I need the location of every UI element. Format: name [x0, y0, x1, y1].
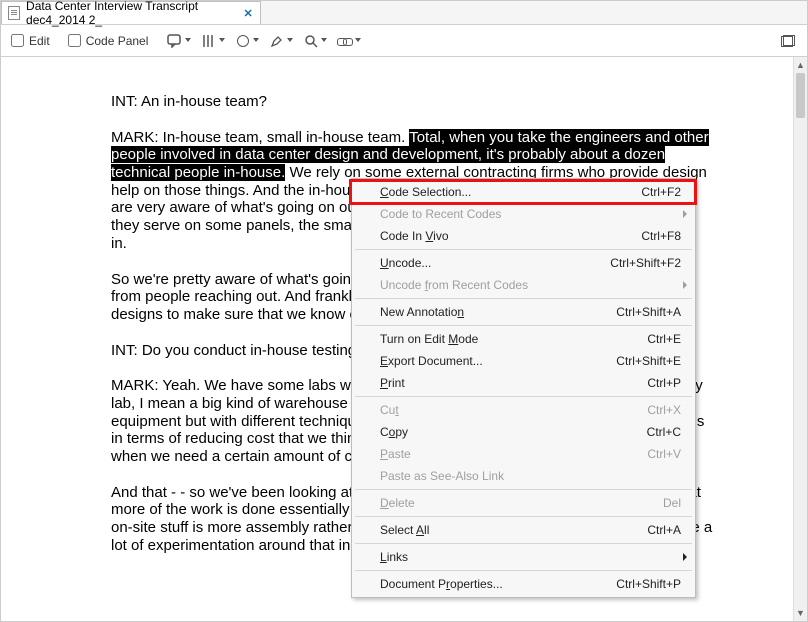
menu-shortcut: Ctrl+C: [647, 425, 681, 439]
menu-delete: Delete Del: [352, 492, 695, 514]
menu-copy[interactable]: Copy Ctrl+C: [352, 421, 695, 443]
paragraph-int-1: INT: An in-house team?: [111, 93, 713, 111]
menu-new-annotation[interactable]: New Annotation Ctrl+Shift+A: [352, 301, 695, 323]
code-panel-label: Code Panel: [86, 34, 149, 48]
windows-tool-icon[interactable]: [779, 32, 797, 50]
menu-shortcut: Ctrl+F2: [641, 185, 681, 199]
menu-label: Code to Recent Codes: [380, 207, 681, 221]
tab-bar: Data Center Interview Transcript dec4_20…: [1, 1, 807, 25]
edit-toggle[interactable]: Edit: [11, 34, 50, 48]
highlighter-tool-icon[interactable]: [268, 32, 286, 50]
menu-separator: [355, 396, 692, 397]
toolbar: Edit Code Panel: [1, 25, 807, 57]
menu-label: Select All: [380, 523, 635, 537]
menu-select-all[interactable]: Select All Ctrl+A: [352, 519, 695, 541]
menu-separator: [355, 570, 692, 571]
menu-shortcut: Ctrl+Shift+P: [616, 577, 681, 591]
menu-shortcut: Ctrl+P: [647, 376, 681, 390]
menu-paste: Paste Ctrl+V: [352, 443, 695, 465]
document-icon: [8, 6, 20, 20]
menu-uncode-recent: Uncode from Recent Codes: [352, 274, 695, 296]
menu-label: Export Document...: [380, 354, 604, 368]
edit-checkbox[interactable]: [11, 34, 24, 47]
menu-label: Delete: [380, 496, 651, 510]
menu-separator: [355, 543, 692, 544]
code-panel-checkbox[interactable]: [68, 34, 81, 47]
menu-shortcut: Ctrl+Shift+E: [616, 354, 681, 368]
menu-shortcut: Ctrl+Shift+F2: [610, 256, 681, 270]
menu-code-in-vivo[interactable]: Code In Vivo Ctrl+F8: [352, 225, 695, 247]
menu-links[interactable]: Links: [352, 546, 695, 568]
menu-label: Print: [380, 376, 635, 390]
menu-label: Paste: [380, 447, 635, 461]
stripes-tool-icon[interactable]: [200, 32, 218, 50]
menu-edit-mode[interactable]: Turn on Edit Mode Ctrl+E: [352, 328, 695, 350]
scroll-up-icon[interactable]: ▲: [794, 57, 807, 73]
scroll-thumb[interactable]: [796, 73, 805, 118]
menu-label: Turn on Edit Mode: [380, 332, 635, 346]
menu-document-properties[interactable]: Document Properties... Ctrl+Shift+P: [352, 573, 695, 595]
menu-label: Links: [380, 550, 681, 564]
menu-separator: [355, 249, 692, 250]
menu-code-recent: Code to Recent Codes: [352, 203, 695, 225]
menu-label: Uncode from Recent Codes: [380, 278, 681, 292]
text-plain: MARK: In-house team, small in-house team…: [111, 129, 409, 146]
zoom-tool-icon[interactable]: [302, 32, 320, 50]
menu-label: Uncode...: [380, 256, 598, 270]
menu-label: Code Selection...: [380, 185, 629, 199]
menu-label: Code In Vivo: [380, 229, 629, 243]
menu-shortcut: Del: [663, 496, 681, 510]
menu-separator: [355, 325, 692, 326]
menu-separator: [355, 298, 692, 299]
menu-code-selection[interactable]: Code Selection... Ctrl+F2: [352, 181, 695, 203]
menu-shortcut: Ctrl+V: [647, 447, 681, 461]
code-panel-toggle[interactable]: Code Panel: [68, 34, 149, 48]
context-menu: Code Selection... Ctrl+F2 Code to Recent…: [351, 178, 696, 598]
menu-shortcut: Ctrl+X: [647, 403, 681, 417]
menu-label: Copy: [380, 425, 635, 439]
submenu-arrow-icon: [683, 553, 687, 561]
menu-shortcut: Ctrl+F8: [641, 229, 681, 243]
tab-title: Data Center Interview Transcript dec4_20…: [26, 0, 236, 27]
menu-label: New Annotation: [380, 305, 604, 319]
menu-shortcut: Ctrl+E: [647, 332, 681, 346]
tab-close-icon[interactable]: ✕: [242, 6, 254, 20]
menu-paste-see-also: Paste as See-Also Link: [352, 465, 695, 487]
scroll-down-icon[interactable]: ▼: [794, 605, 807, 621]
menu-shortcut: Ctrl+A: [647, 523, 681, 537]
circle-tool-icon[interactable]: [234, 32, 252, 50]
annotation-tool-icon[interactable]: [166, 32, 184, 50]
edit-label: Edit: [29, 34, 50, 48]
vertical-scrollbar[interactable]: ▲ ▼: [793, 57, 807, 621]
menu-separator: [355, 516, 692, 517]
menu-print[interactable]: Print Ctrl+P: [352, 372, 695, 394]
submenu-arrow-icon: [683, 210, 687, 218]
menu-uncode[interactable]: Uncode... Ctrl+Shift+F2: [352, 252, 695, 274]
menu-label: Paste as See-Also Link: [380, 469, 681, 483]
submenu-arrow-icon: [683, 281, 687, 289]
menu-label: Cut: [380, 403, 635, 417]
document-tab[interactable]: Data Center Interview Transcript dec4_20…: [1, 1, 261, 24]
menu-cut: Cut Ctrl+X: [352, 399, 695, 421]
menu-export-document[interactable]: Export Document... Ctrl+Shift+E: [352, 350, 695, 372]
link-tool-icon[interactable]: [336, 32, 354, 50]
menu-label: Document Properties...: [380, 577, 604, 591]
menu-separator: [355, 489, 692, 490]
menu-shortcut: Ctrl+Shift+A: [616, 305, 681, 319]
